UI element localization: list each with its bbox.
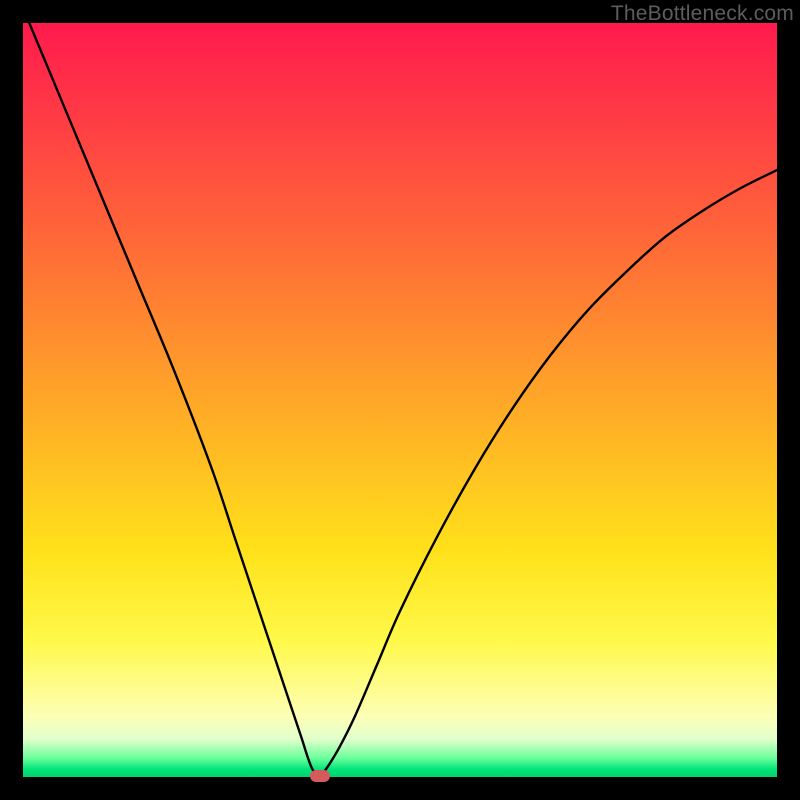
- bottleneck-curve-path: [23, 23, 777, 776]
- chart-frame: [23, 23, 777, 777]
- optimal-point-marker: [310, 770, 330, 782]
- chart-curve-svg: [23, 23, 777, 777]
